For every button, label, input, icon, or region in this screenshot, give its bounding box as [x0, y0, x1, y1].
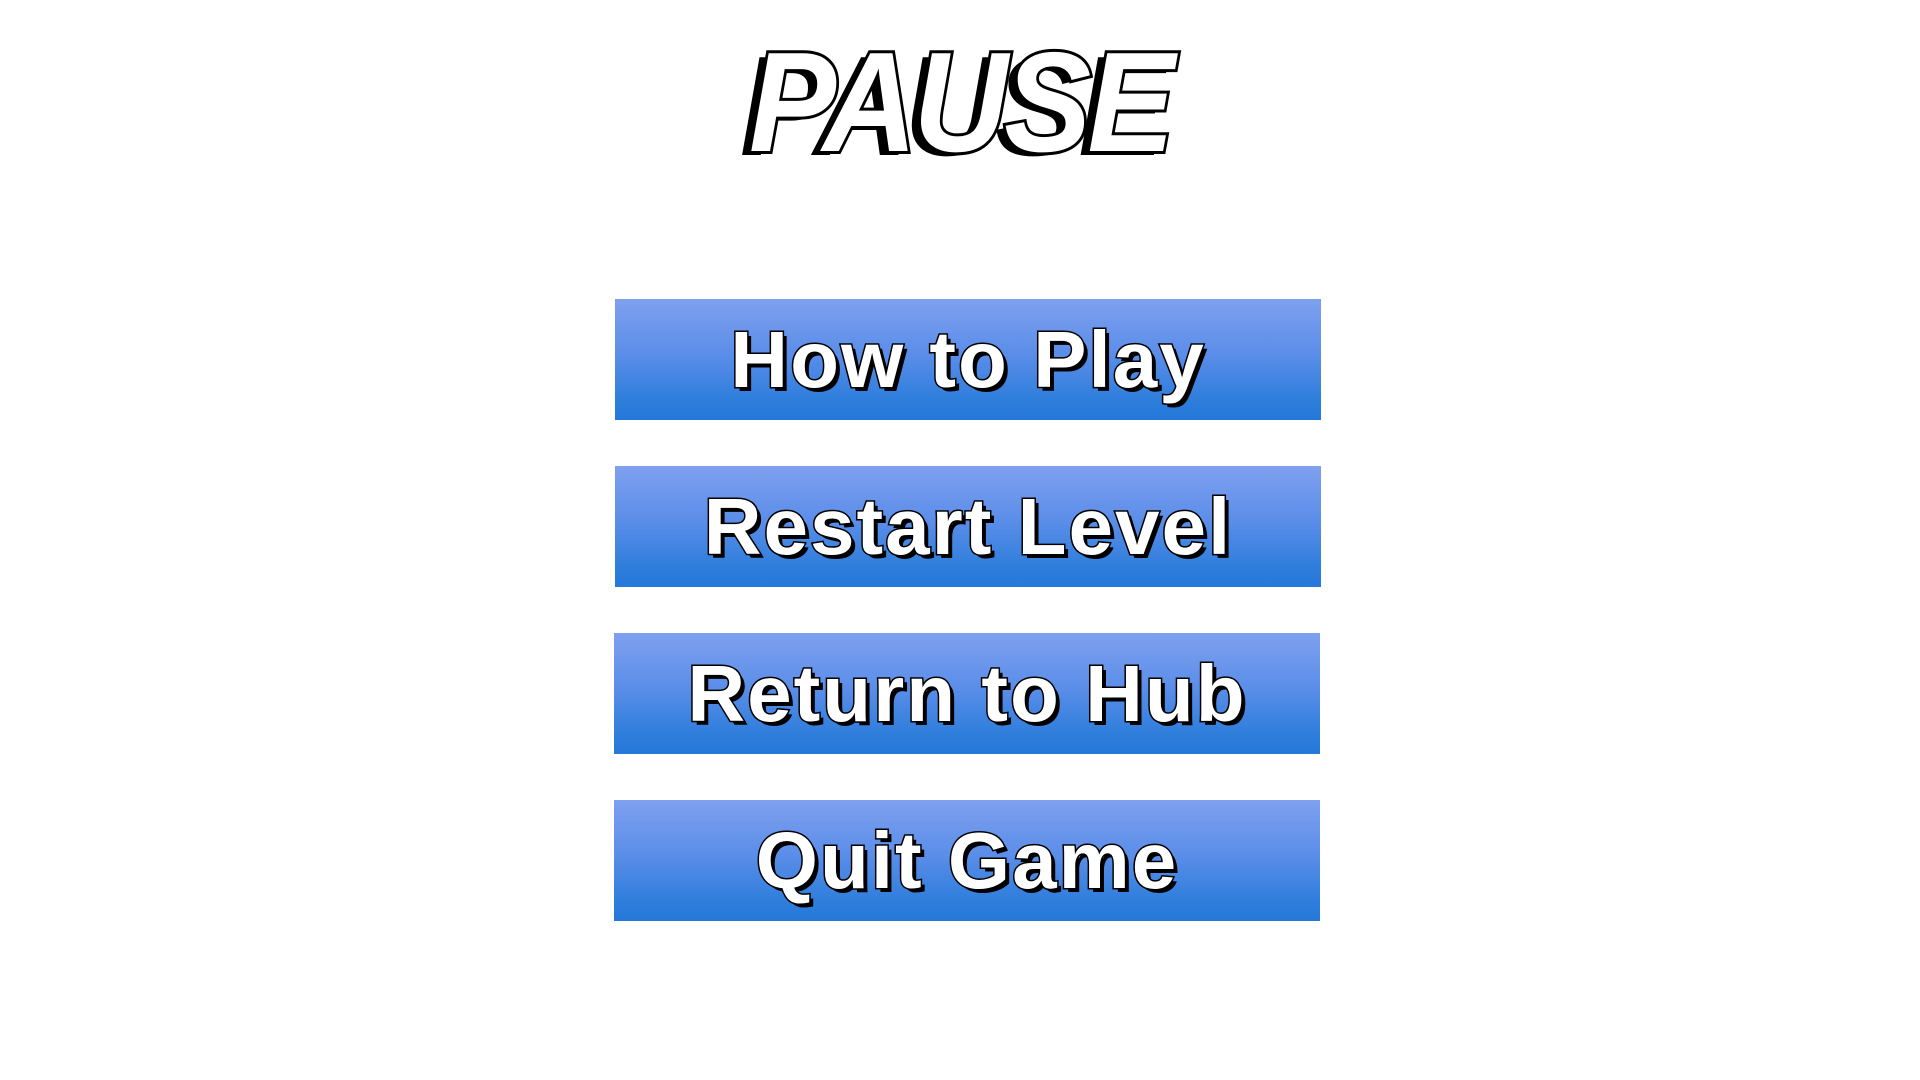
return-to-hub-label: Return to Hub — [686, 647, 1247, 739]
restart-level-button[interactable]: Restart Level — [615, 466, 1321, 587]
quit-game-button[interactable]: Quit Game — [614, 800, 1320, 921]
pause-screen: PAUSE How to Play Restart Level Return t… — [0, 0, 1920, 1080]
how-to-play-button[interactable]: How to Play — [615, 299, 1321, 420]
pause-title: PAUSE — [746, 23, 1177, 182]
how-to-play-label: How to Play — [729, 313, 1206, 405]
restart-level-label: Restart Level — [702, 480, 1233, 572]
return-to-hub-button[interactable]: Return to Hub — [614, 633, 1320, 754]
quit-game-label: Quit Game — [754, 814, 1179, 906]
